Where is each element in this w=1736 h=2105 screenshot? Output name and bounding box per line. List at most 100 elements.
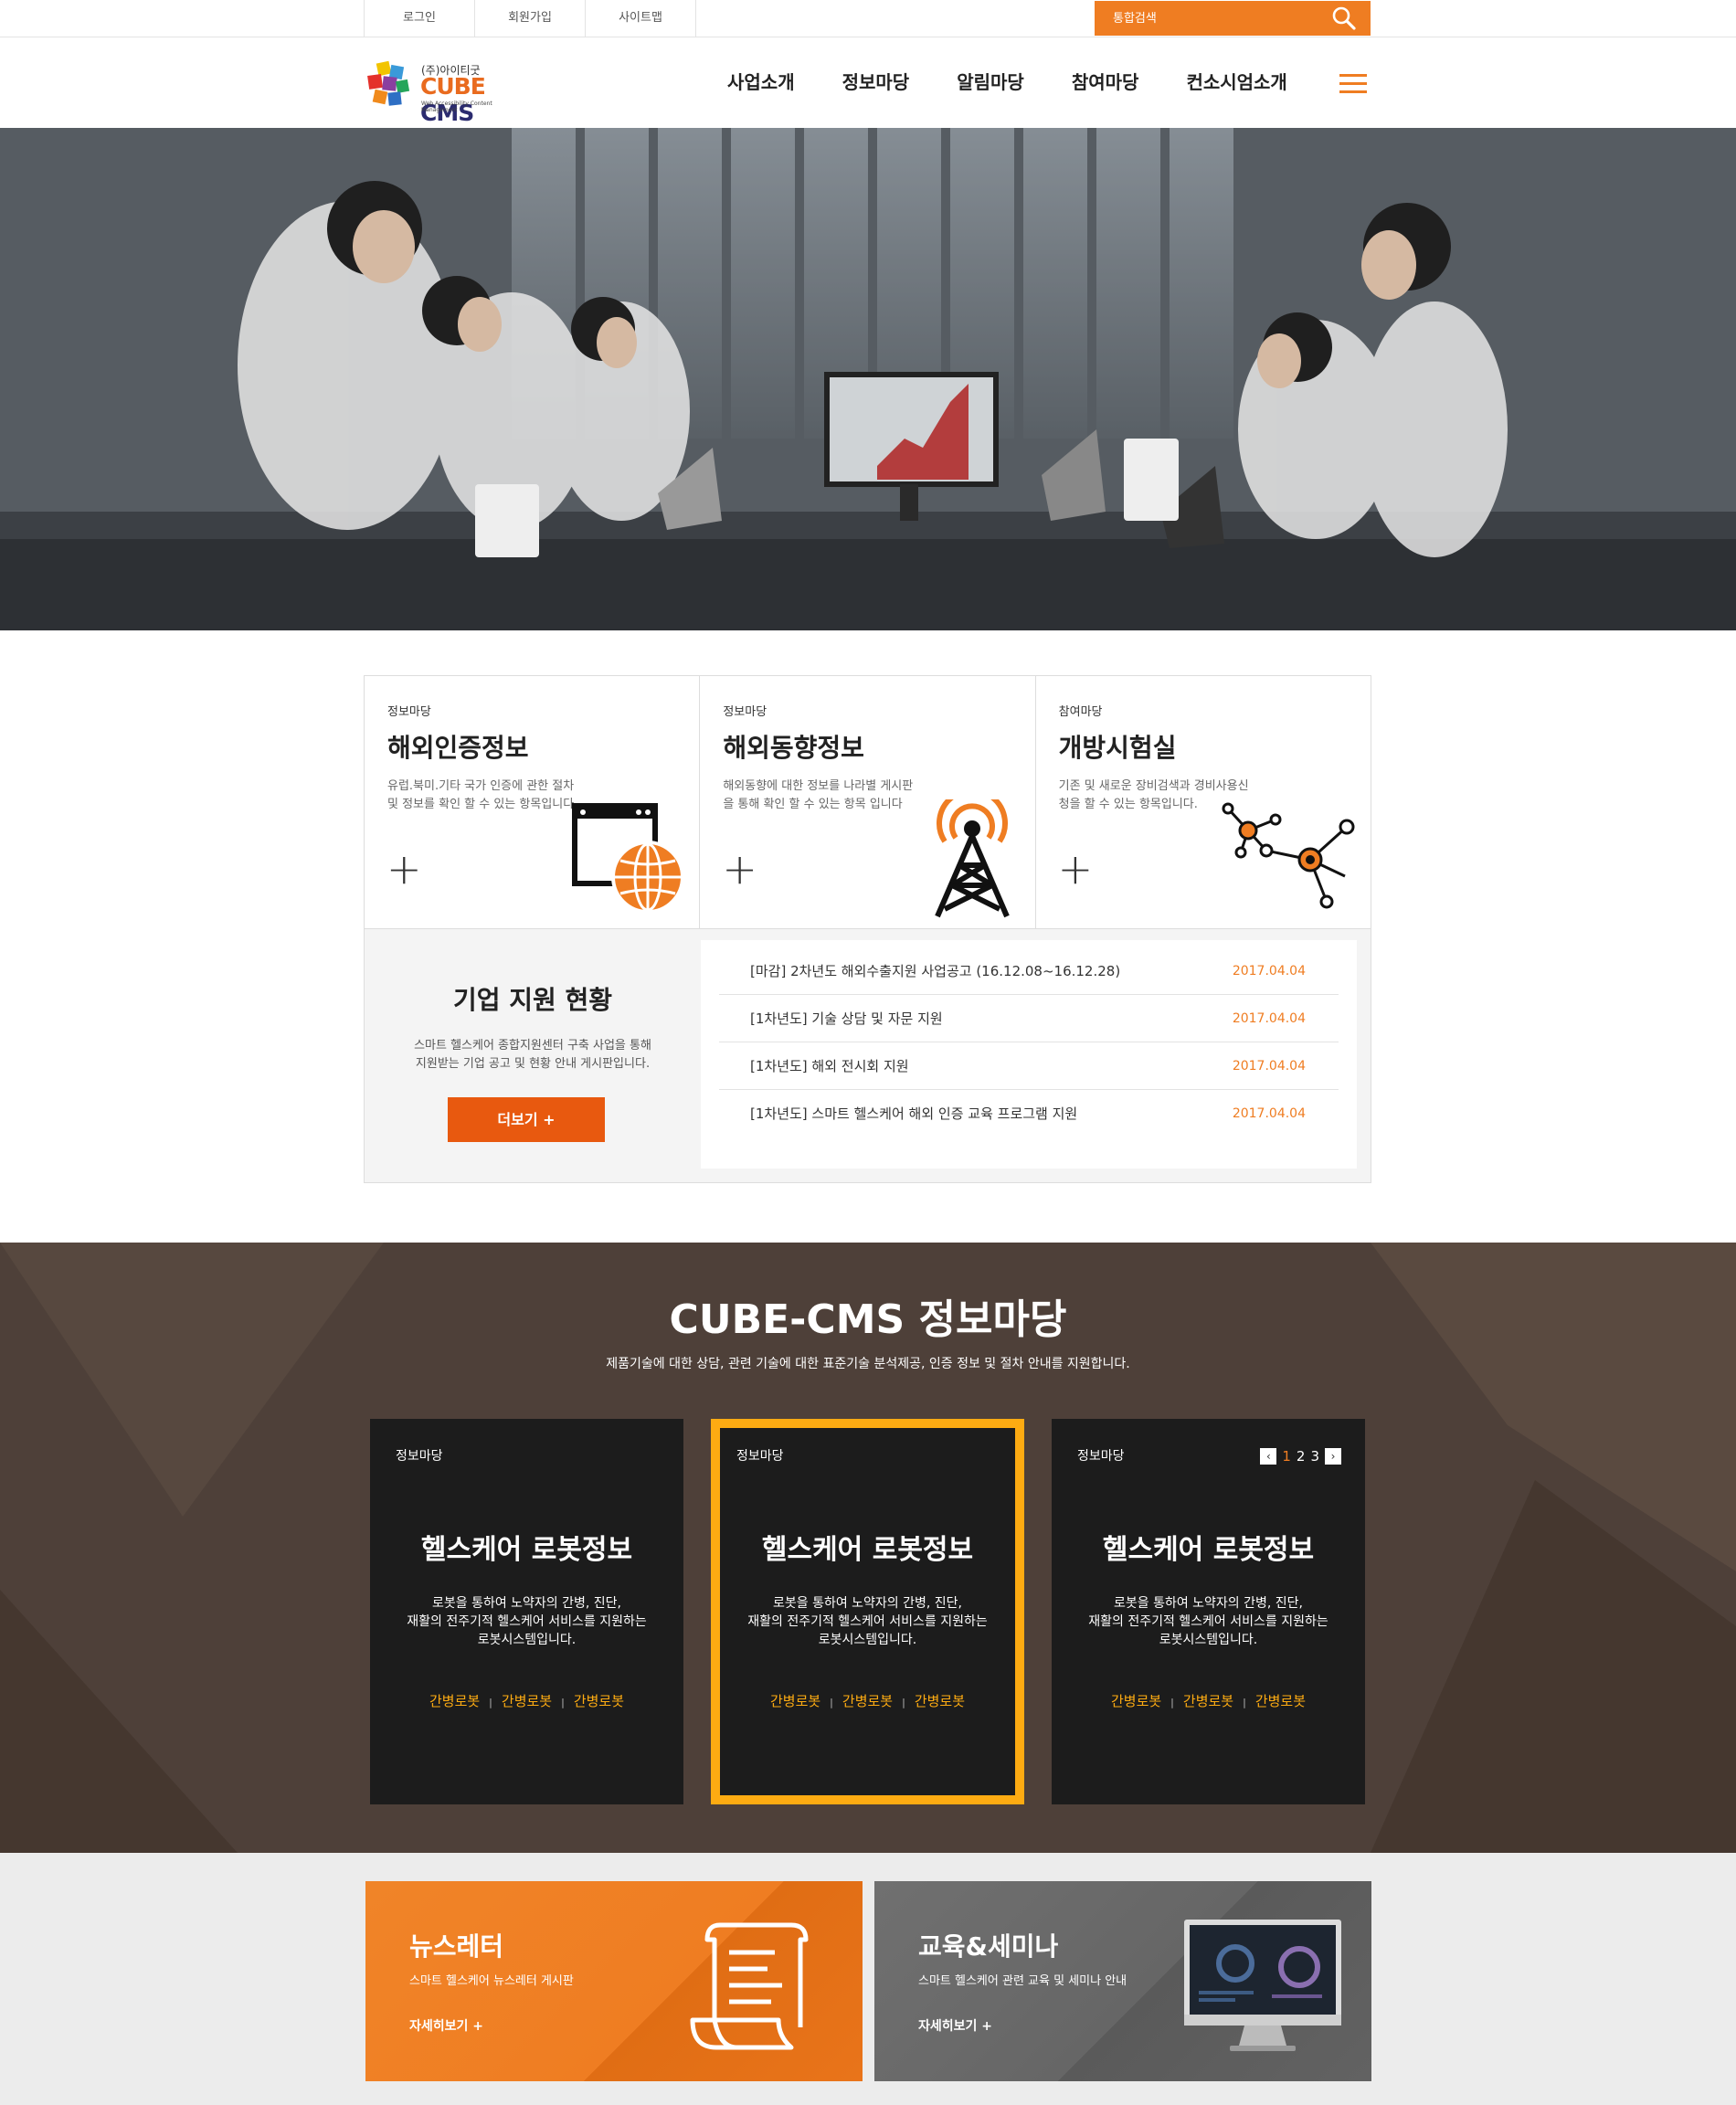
support-desc-line2: 지원받는 기업 공고 및 현황 안내 게시판입니다. xyxy=(415,1057,651,1071)
plus-icon[interactable]: + xyxy=(722,848,757,890)
list-item-date: 2017.04.04 xyxy=(1232,1106,1306,1121)
more-button[interactable]: 더보기 + xyxy=(448,1097,605,1142)
tag-link[interactable]: 간병로봇 xyxy=(429,1693,480,1709)
panel-desc-line: 재활의 전주기적 헬스케어 서비스를 지원하는 xyxy=(407,1614,647,1629)
card-overseas-cert[interactable]: 정보마당 해외인증정보 유럽.북미.기타 국가 인증에 관한 절차 및 정보를 … xyxy=(365,676,701,928)
panel-desc-line: 재활의 전주기적 헬스케어 서비스를 지원하는 xyxy=(1088,1614,1328,1629)
panel-category: 정보마당 xyxy=(396,1449,443,1464)
tag-link[interactable]: 간병로봇 xyxy=(915,1693,965,1709)
banner-title: 교육&세미나 xyxy=(918,1931,1059,1962)
card-overseas-trend[interactable]: 정보마당 해외동향정보 해외동향에 대한 정보를 나라별 게시판을 통해 확인 … xyxy=(700,676,1036,928)
section-lead: 제품기술에 대한 상담, 관련 기술에 대한 표준기술 분석제공, 인증 정보 … xyxy=(606,1357,1130,1371)
tag-link[interactable]: 간병로봇 xyxy=(770,1693,820,1709)
newsletter-banner[interactable]: 뉴스레터 스마트 헬스케어 뉴스레터 게시판 자세히보기 + xyxy=(365,1881,863,2081)
network-nodes-icon xyxy=(1222,802,1355,909)
banner-desc: 스마트 헬스케어 관련 교육 및 세미나 안내 xyxy=(918,1974,1127,1988)
panel-tags: 간병로봇 | 간병로봇 | 간병로봇 xyxy=(429,1693,625,1709)
login-link[interactable]: 로그인 xyxy=(365,0,475,37)
card-title: 개방시험실 xyxy=(1058,733,1177,763)
panel-tags: 간병로봇 | 간병로봇 | 간병로봇 xyxy=(1110,1693,1307,1709)
plus-icon[interactable]: + xyxy=(386,848,422,890)
list-item[interactable]: [마감] 2차년도 해외수출지원 사업공고 (16.12.08~16.12.28… xyxy=(719,947,1339,995)
monitor-icon xyxy=(1184,1920,1341,2051)
list-item-title[interactable]: [1차년도] 해외 전시회 지원 xyxy=(750,1042,909,1089)
sitemap-link[interactable]: 사이트맵 xyxy=(586,0,696,37)
next-arrow-icon[interactable]: › xyxy=(1325,1448,1341,1465)
info-section: CUBE-CMS 정보마당 제품기술에 대한 상담, 관련 기술에 대한 표준기… xyxy=(0,1243,1736,1853)
list-item-title[interactable]: [1차년도] 스마트 헬스케어 해외 인증 교육 프로그램 지원 xyxy=(750,1090,1077,1137)
list-item[interactable]: [1차년도] 해외 전시회 지원 2017.04.04 xyxy=(719,1042,1339,1090)
bottom-banners: 뉴스레터 스마트 헬스케어 뉴스레터 게시판 자세히보기 + 교육&세미나 스마… xyxy=(0,1853,1736,2105)
nav-info[interactable]: 정보마당 xyxy=(819,37,934,128)
prev-arrow-icon[interactable]: ‹ xyxy=(1260,1448,1277,1465)
panel-desc-line: 로봇을 통하여 노약자의 간병, 진단, xyxy=(431,1596,622,1611)
card-category: 참여마당 xyxy=(1058,705,1103,719)
utility-links: 로그인 회원가입 사이트맵 xyxy=(364,0,696,37)
plus-icon[interactable]: + xyxy=(1058,848,1094,890)
support-summary: 기업 지원 현황 스마트 헬스케어 종합지원센터 구축 사업을 통해 지원받는 기… xyxy=(365,929,701,1182)
tag-link[interactable]: 간병로봇 xyxy=(1255,1693,1306,1709)
tag-link[interactable]: 간병로봇 xyxy=(574,1693,624,1709)
panel-desc: 로봇을 통하여 노약자의 간병, 진단, 재활의 전주기적 헬스케어 서비스를 지… xyxy=(370,1594,683,1649)
tag-link[interactable]: 간병로봇 xyxy=(502,1693,552,1709)
panel-desc: 로봇을 통하여 노약자의 간병, 진단, 재활의 전주기적 헬스케어 서비스를 지… xyxy=(720,1594,1015,1649)
page-number[interactable]: 2 xyxy=(1297,1448,1306,1465)
info-panel[interactable]: 정보마당 ‹ 1 2 3 › 헬스케어 로봇정보 로봇을 통하여 노약자의 간병… xyxy=(1052,1419,1365,1804)
hamburger-menu-icon[interactable] xyxy=(1339,74,1367,94)
panel-desc-line: 로봇을 통하여 노약자의 간병, 진단, xyxy=(772,1596,963,1611)
view-more-link[interactable]: 자세히보기 + xyxy=(918,2016,992,2035)
shortcut-cards: 정보마당 해외인증정보 유럽.북미.기타 국가 인증에 관한 절차 및 정보를 … xyxy=(364,675,1371,929)
panel-tags: 간병로봇 | 간병로봇 | 간병로봇 xyxy=(769,1693,966,1709)
info-panel-active[interactable]: 정보마당 헬스케어 로봇정보 로봇을 통하여 노약자의 간병, 진단, 재활의 전… xyxy=(711,1419,1024,1804)
search-box xyxy=(1095,1,1371,36)
list-item-date: 2017.04.04 xyxy=(1232,1011,1306,1026)
list-item-title[interactable]: [마감] 2차년도 해외수출지원 사업공고 (16.12.08~16.12.28… xyxy=(750,947,1120,994)
support-status: 기업 지원 현황 스마트 헬스케어 종합지원센터 구축 사업을 통해 지원받는 기… xyxy=(364,929,1371,1183)
panel-title: 헬스케어 로봇정보 xyxy=(761,1534,974,1566)
list-item[interactable]: [1차년도] 기술 상담 및 자문 지원 2017.04.04 xyxy=(719,995,1339,1042)
nav-participate[interactable]: 참여마당 xyxy=(1048,37,1163,128)
search-input[interactable] xyxy=(1095,1,1314,36)
page-number[interactable]: 3 xyxy=(1310,1448,1319,1465)
hero-image xyxy=(0,128,1736,630)
seminar-banner[interactable]: 교육&세미나 스마트 헬스케어 관련 교육 및 세미나 안내 자세히보기 + xyxy=(874,1881,1371,2081)
antenna-tower-icon xyxy=(935,799,1011,918)
support-desc-line1: 스마트 헬스케어 종합지원센터 구축 사업을 통해 xyxy=(414,1039,651,1052)
support-list: [마감] 2차년도 해외수출지원 사업공고 (16.12.08~16.12.28… xyxy=(701,940,1357,1169)
support-desc: 스마트 헬스케어 종합지원센터 구축 사업을 통해지원받는 기업 공고 및 현황… xyxy=(365,1037,701,1074)
card-desc: 해외동향에 대한 정보를 나라별 게시판을 통해 확인 할 수 있는 항목 입니… xyxy=(723,779,914,811)
nav-notice[interactable]: 알림마당 xyxy=(933,37,1048,128)
list-item[interactable]: [1차년도] 스마트 헬스케어 해외 인증 교육 프로그램 지원 2017.04.… xyxy=(719,1090,1339,1137)
panel-desc-line: 로봇시스템입니다. xyxy=(1159,1633,1258,1647)
card-category: 정보마당 xyxy=(387,705,431,719)
scroll-document-icon xyxy=(690,1922,809,2050)
banner-title: 뉴스레터 xyxy=(409,1931,504,1962)
site-header: (주)아이티굿 CUBE CMS Web Accessibility Conte… xyxy=(0,37,1736,128)
brand-name-cube: CUBE xyxy=(420,73,486,100)
tag-link[interactable]: 간병로봇 xyxy=(1183,1693,1233,1709)
list-item-title[interactable]: [1차년도] 기술 상담 및 자문 지원 xyxy=(750,995,943,1042)
card-category: 정보마당 xyxy=(723,705,767,719)
card-open-lab[interactable]: 참여마당 개방시험실 기존 및 새로운 장비검색과 경비사용신청을 할 수 있는… xyxy=(1036,676,1371,928)
site-logo[interactable]: (주)아이티굿 CUBE CMS Web Accessibility Conte… xyxy=(365,58,520,126)
brand-tagline: Web Accessibility Content Management xyxy=(421,100,492,113)
panel-category: 정보마당 xyxy=(736,1449,784,1464)
nav-business[interactable]: 사업소개 xyxy=(704,37,819,128)
list-item-date: 2017.04.04 xyxy=(1232,1059,1306,1074)
card-title: 해외인증정보 xyxy=(387,733,529,763)
signup-link[interactable]: 회원가입 xyxy=(475,0,586,37)
tag-link[interactable]: 간병로봇 xyxy=(1111,1693,1161,1709)
main-nav: 사업소개 정보마당 알림마당 참여마당 컨소시엄소개 xyxy=(704,37,1311,128)
tag-link[interactable]: 간병로봇 xyxy=(842,1693,893,1709)
search-icon[interactable] xyxy=(1332,6,1356,30)
utility-bar: 로그인 회원가입 사이트맵 xyxy=(0,0,1736,37)
panel-category: 정보마당 xyxy=(1077,1449,1125,1464)
info-panel[interactable]: 정보마당 헬스케어 로봇정보 로봇을 통하여 노약자의 간병, 진단, 재활의 전… xyxy=(370,1419,683,1804)
panel-desc-line: 로봇시스템입니다. xyxy=(477,1633,577,1647)
panel-desc-line: 로봇시스템입니다. xyxy=(818,1633,917,1647)
list-item-date: 2017.04.04 xyxy=(1232,964,1306,978)
view-more-link[interactable]: 자세히보기 + xyxy=(409,2016,483,2035)
nav-consortium[interactable]: 컨소시엄소개 xyxy=(1162,37,1310,128)
page-number[interactable]: 1 xyxy=(1282,1448,1291,1465)
section-title: CUBE-CMS 정보마당 xyxy=(669,1296,1067,1343)
